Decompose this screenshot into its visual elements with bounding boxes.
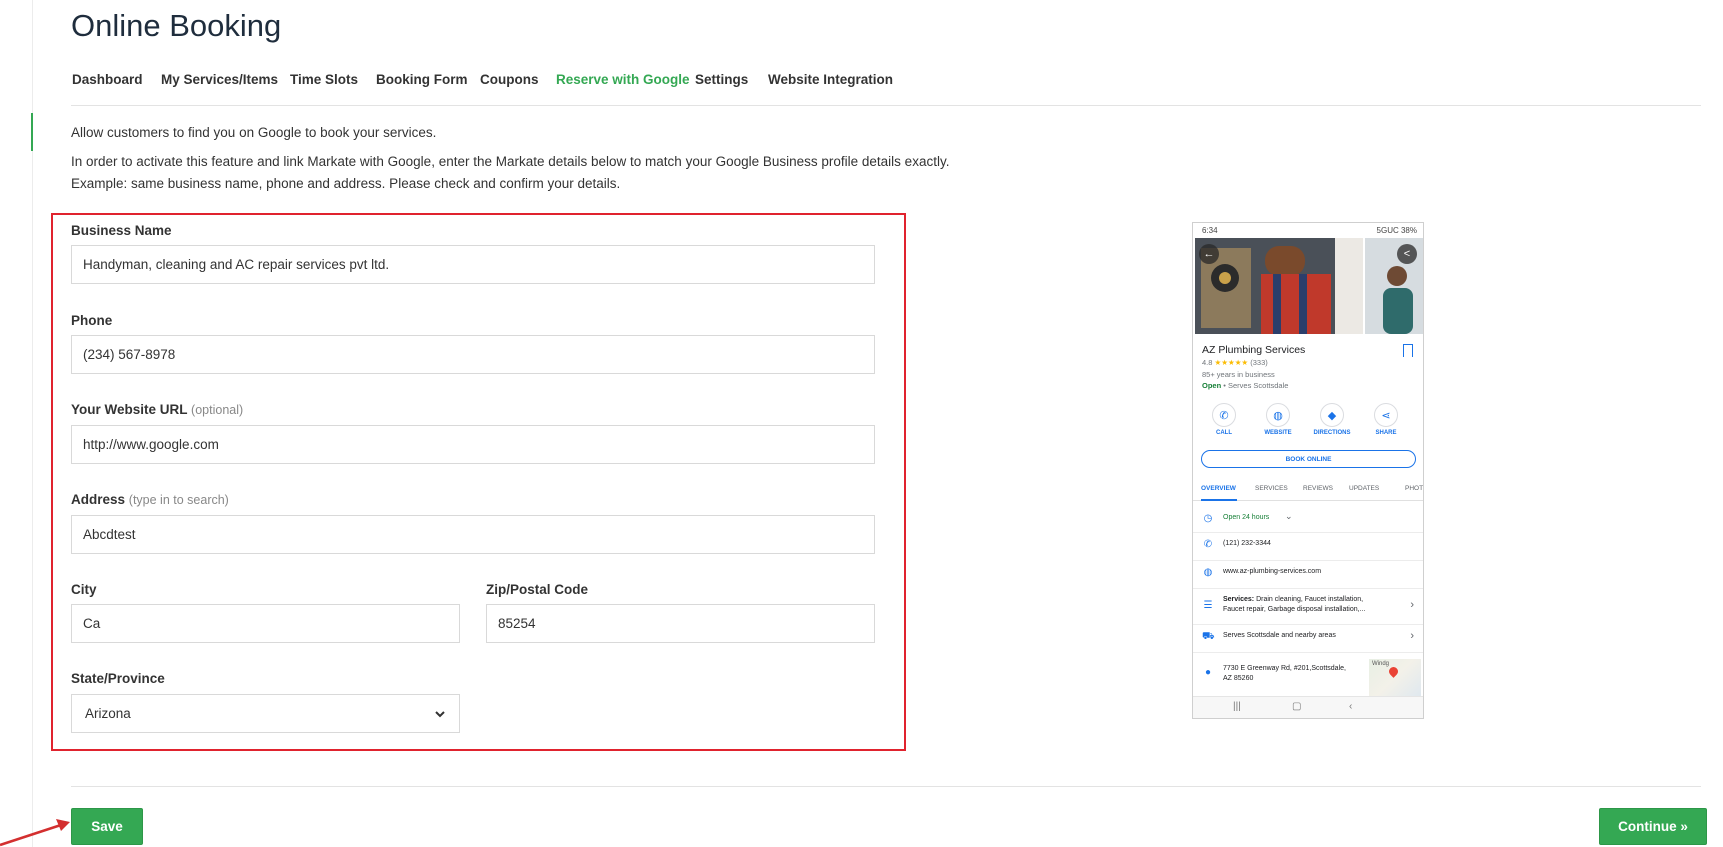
preview-status-time: 6:34 bbox=[1202, 226, 1218, 235]
preview-row-services: ☰ Services: Drain cleaning, Faucet insta… bbox=[1193, 589, 1423, 625]
preview-tab-overview: OVERVIEW bbox=[1201, 485, 1236, 492]
map-pin-icon bbox=[1387, 665, 1400, 678]
tab-reserve-with-google[interactable]: Reserve with Google bbox=[556, 72, 690, 87]
preview-row-website: ◍ www.az-plumbing-services.com bbox=[1193, 561, 1423, 589]
truck-icon: ⛟ bbox=[1202, 631, 1215, 642]
clock-icon: ◷ bbox=[1203, 513, 1213, 524]
preview-book-online-button: BOOK ONLINE bbox=[1201, 450, 1416, 468]
continue-button[interactable]: Continue » bbox=[1599, 808, 1707, 845]
red-annotation-arrow-icon bbox=[0, 819, 70, 847]
chevron-right-icon: › bbox=[1410, 599, 1414, 611]
state-select-value: Arizona bbox=[85, 706, 131, 721]
city-input[interactable] bbox=[71, 604, 460, 643]
chevron-right-icon: › bbox=[1410, 630, 1414, 642]
address-label: Address (type in to search) bbox=[71, 492, 229, 507]
tab-settings[interactable]: Settings bbox=[695, 72, 748, 87]
phone-icon: ✆ bbox=[1203, 539, 1213, 550]
chevron-down-icon bbox=[435, 711, 445, 718]
preview-tab-photos: PHOT bbox=[1405, 485, 1424, 492]
business-name-label: Business Name bbox=[71, 223, 172, 238]
preview-years: 85+ years in business bbox=[1202, 370, 1275, 379]
location-pin-icon: ● bbox=[1204, 667, 1212, 678]
intro-line-1: Allow customers to find you on Google to… bbox=[71, 125, 437, 140]
state-select[interactable]: Arizona bbox=[71, 694, 460, 733]
share-icon: ⋖ bbox=[1374, 403, 1398, 427]
preview-row-phone: ✆ (121) 232-3344 bbox=[1193, 533, 1423, 561]
business-name-input[interactable] bbox=[71, 245, 875, 284]
address-input[interactable] bbox=[71, 515, 875, 554]
preview-open-status: Open • Serves Scottsdale bbox=[1202, 381, 1289, 390]
preview-action-share: ⋖ SHARE bbox=[1363, 403, 1409, 436]
preview-tab-indicator bbox=[1201, 499, 1237, 501]
tab-website-integration[interactable]: Website Integration bbox=[768, 72, 893, 87]
zip-label: Zip/Postal Code bbox=[486, 582, 589, 597]
preview-action-call: ✆ CALL bbox=[1201, 403, 1247, 436]
preview-back-icon: ← bbox=[1199, 244, 1219, 264]
preview-map-thumbnail: Windg bbox=[1369, 659, 1421, 697]
phone-label: Phone bbox=[71, 313, 113, 328]
preview-business-name: AZ Plumbing Services bbox=[1202, 344, 1306, 356]
preview-action-directions: ◆ DIRECTIONS bbox=[1309, 403, 1355, 436]
chevron-down-icon: ⌄ bbox=[1285, 511, 1293, 521]
intro-line-3: Example: same business name, phone and a… bbox=[71, 176, 621, 191]
highlighted-form-region bbox=[51, 213, 906, 751]
city-label: City bbox=[71, 582, 97, 597]
globe-icon: ◍ bbox=[1203, 567, 1213, 578]
tab-booking-form[interactable]: Booking Form bbox=[376, 72, 468, 87]
page-title: Online Booking bbox=[71, 8, 282, 43]
save-button[interactable]: Save bbox=[71, 808, 143, 845]
left-accent-bar bbox=[31, 113, 33, 151]
preview-row-serves: ⛟ Serves Scottsdale and nearby areas › bbox=[1193, 625, 1423, 653]
tab-my-services-items[interactable]: My Services/Items bbox=[161, 72, 278, 87]
star-rating-icon: ★★★★★ bbox=[1214, 358, 1249, 367]
preview-action-website: ◍ WEBSITE bbox=[1255, 403, 1301, 436]
phone-icon: ✆ bbox=[1212, 403, 1236, 427]
intro-line-2: In order to activate this feature and li… bbox=[71, 154, 950, 169]
list-icon: ☰ bbox=[1203, 600, 1213, 611]
tab-bar: Dashboard My Services/Items Time Slots B… bbox=[71, 70, 1701, 106]
preview-tab-reviews: REVIEWS bbox=[1303, 485, 1333, 492]
preview-row-hours: ◷ Open 24 hours ⌄ bbox=[1193, 507, 1423, 533]
preview-photo-person: < bbox=[1365, 238, 1423, 334]
tab-dashboard[interactable]: Dashboard bbox=[72, 72, 143, 87]
back-icon: ‹ bbox=[1349, 701, 1353, 712]
phone-input[interactable] bbox=[71, 335, 875, 374]
preview-tab-services: SERVICES bbox=[1255, 485, 1288, 492]
preview-status-bar: 6:34 5GUC 38% bbox=[1193, 223, 1423, 237]
directions-icon: ◆ bbox=[1320, 403, 1344, 427]
preview-map-label: Windg bbox=[1372, 661, 1390, 667]
preview-status-indicators: 5GUC 38% bbox=[1376, 226, 1417, 235]
footer-divider bbox=[71, 786, 1701, 787]
globe-icon: ◍ bbox=[1266, 403, 1290, 427]
plumber-photo-icon bbox=[1195, 238, 1363, 334]
preview-rating: 4.8 ★★★★★ (333) bbox=[1202, 358, 1268, 367]
preview-photo-plumber: ← bbox=[1195, 238, 1363, 334]
recent-apps-icon: ||| bbox=[1233, 701, 1241, 712]
tab-coupons[interactable]: Coupons bbox=[480, 72, 539, 87]
google-profile-preview: 6:34 5GUC 38% ← < AZ Plumbing Services 4… bbox=[1192, 222, 1424, 719]
website-url-hint: (optional) bbox=[191, 403, 244, 417]
zip-input[interactable] bbox=[486, 604, 875, 643]
preview-tab-updates: UPDATES bbox=[1349, 485, 1380, 492]
home-icon: ▢ bbox=[1292, 701, 1302, 712]
preview-tabs: OVERVIEW SERVICES REVIEWS UPDATES PHOT bbox=[1193, 481, 1423, 501]
bookmark-icon bbox=[1403, 344, 1413, 357]
state-label: State/Province bbox=[71, 671, 165, 686]
website-url-input[interactable] bbox=[71, 425, 875, 464]
website-url-label: Your Website URL (optional) bbox=[71, 402, 244, 417]
tab-time-slots[interactable]: Time Slots bbox=[290, 72, 358, 87]
preview-android-nav: ||| ▢ ‹ bbox=[1193, 696, 1423, 718]
preview-share-photo-icon: < bbox=[1397, 244, 1417, 264]
address-hint: (type in to search) bbox=[128, 493, 229, 507]
